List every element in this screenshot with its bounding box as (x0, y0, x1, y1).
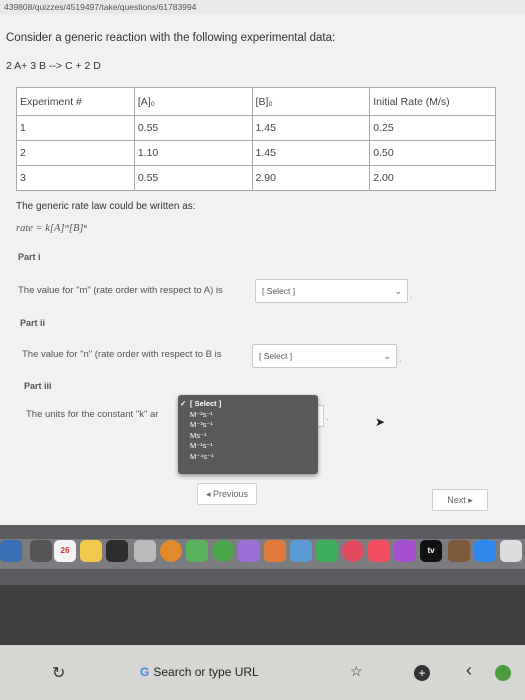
launchpad-icon[interactable] (30, 540, 52, 562)
separator-dot: . (410, 290, 413, 301)
books-icon[interactable] (448, 540, 470, 562)
table-cell: 2.00 (369, 165, 496, 191)
chevron-down-icon: ⌄ (383, 351, 391, 361)
extension-icon[interactable] (495, 665, 511, 681)
separator-dot: . (326, 412, 329, 423)
header-b0: [B]₀ (251, 87, 371, 116)
part-i-label: Part i (18, 252, 41, 262)
table-cell: 1.45 (251, 140, 371, 166)
tv-icon[interactable]: tv (420, 540, 442, 562)
pages-icon[interactable] (238, 540, 260, 562)
table-cell: 1.10 (133, 140, 253, 166)
experiment-table: Experiment # [A]₀ [B]₀ Initial Rate (M/s… (16, 87, 496, 191)
address-bar[interactable]: G Search or type URL (140, 665, 259, 679)
rate-law-intro: The generic rate law could be written as… (16, 201, 196, 212)
finder-icon[interactable] (0, 540, 22, 562)
reminders-icon[interactable] (106, 540, 128, 562)
notes-icon[interactable] (80, 540, 102, 562)
music-icon[interactable] (368, 540, 390, 562)
chevron-down-icon: ⌄ (394, 286, 402, 296)
reload-icon[interactable]: ↻ (52, 663, 65, 683)
mac-dock: 26 tv (0, 525, 525, 585)
part-iii-select-edge (318, 405, 324, 427)
desk-background (0, 585, 525, 645)
podcasts-icon[interactable] (394, 540, 416, 562)
header-experiment: Experiment # (16, 87, 135, 116)
table-cell: 0.55 (133, 165, 253, 191)
back-icon[interactable]: ‹ (466, 660, 472, 681)
table-row: 1 0.55 1.45 0.25 (16, 115, 496, 141)
bookmark-star-icon[interactable]: ☆ (350, 663, 363, 680)
dropdown-option-select[interactable]: ✓[ Select ] (178, 399, 318, 410)
table-cell: 0.25 (369, 115, 496, 141)
preview-icon[interactable] (290, 540, 312, 562)
previous-button[interactable]: ◂ Previous (197, 483, 257, 505)
table-cell: 1.45 (251, 115, 371, 141)
reaction-equation: 2 A+ 3 B --> C + 2 D (6, 60, 101, 72)
next-button[interactable]: Next ▸ (432, 489, 488, 511)
part-ii-select-value: [ Select ] (259, 351, 293, 361)
units-dropdown-menu[interactable]: ✓[ Select ] M⁻²s⁻¹ M⁻³s⁻¹ Ms⁻¹ M⁻¹s⁻¹ M⁻… (178, 395, 318, 474)
app-store-icon[interactable] (474, 540, 496, 562)
header-a0: [A]₀ (133, 87, 253, 116)
rate-law-equation: rate = k[A]ᵐ[B]ⁿ (16, 223, 87, 234)
url-strip: 439808/quizzes/4519497/take/questions/61… (0, 0, 525, 14)
part-ii-select[interactable]: [ Select ] ⌄ (252, 344, 397, 368)
dropdown-option[interactable]: M⁻⁴s⁻¹ (178, 452, 318, 463)
part-i-select-value: [ Select ] (262, 286, 296, 296)
table-cell: 2.90 (251, 165, 371, 191)
dropdown-option[interactable]: M⁻¹s⁻¹ (178, 441, 318, 452)
part-iii-question: The units for the constant "k" ar (26, 409, 159, 420)
table-header-row: Experiment # [A]₀ [B]₀ Initial Rate (M/s… (16, 87, 496, 116)
separator-dot: . (399, 354, 402, 365)
check-icon: ✓ (180, 399, 187, 408)
keynote-icon[interactable] (264, 540, 286, 562)
table-cell: 3 (16, 165, 135, 191)
flower-icon[interactable] (160, 540, 182, 562)
header-initial-rate: Initial Rate (M/s) (369, 87, 496, 116)
table-cell: 2 (16, 140, 135, 166)
part-ii-label: Part ii (20, 318, 46, 328)
dropdown-option[interactable]: Ms⁻¹ (178, 431, 318, 442)
part-i-question: The value for "m" (rate order with respe… (18, 285, 223, 296)
dropdown-option[interactable]: M⁻²s⁻¹ (178, 410, 318, 421)
facetime-icon[interactable] (186, 540, 208, 562)
table-row: 3 0.55 2.90 2.00 (16, 165, 496, 191)
calendar-icon[interactable]: 26 (54, 540, 76, 562)
question-intro: Consider a generic reaction with the fol… (6, 32, 336, 44)
add-tab-icon[interactable]: + (414, 665, 430, 681)
browser-toolbar: ↻ G Search or type URL ☆ + ‹ (0, 645, 525, 700)
part-i-select[interactable]: [ Select ] ⌄ (255, 279, 408, 303)
messages-icon[interactable] (212, 540, 234, 562)
part-iii-label: Part iii (24, 381, 52, 391)
table-cell: 1 (16, 115, 135, 141)
google-icon: G (140, 665, 150, 679)
address-placeholder: Search or type URL (153, 665, 259, 679)
table-cell: 0.55 (133, 115, 253, 141)
news-icon[interactable] (342, 540, 364, 562)
numbers-icon[interactable] (316, 540, 338, 562)
table-row: 2 1.10 1.45 0.50 (16, 140, 496, 166)
dropdown-option[interactable]: M⁻³s⁻¹ (178, 420, 318, 431)
part-ii-question: The value for "n" (rate order with respe… (22, 349, 222, 360)
photos-icon[interactable] (134, 540, 156, 562)
dock-shelf (0, 539, 525, 569)
table-cell: 0.50 (369, 140, 496, 166)
system-preferences-icon[interactable] (500, 540, 522, 562)
mouse-cursor-icon: ➤ (375, 415, 386, 429)
